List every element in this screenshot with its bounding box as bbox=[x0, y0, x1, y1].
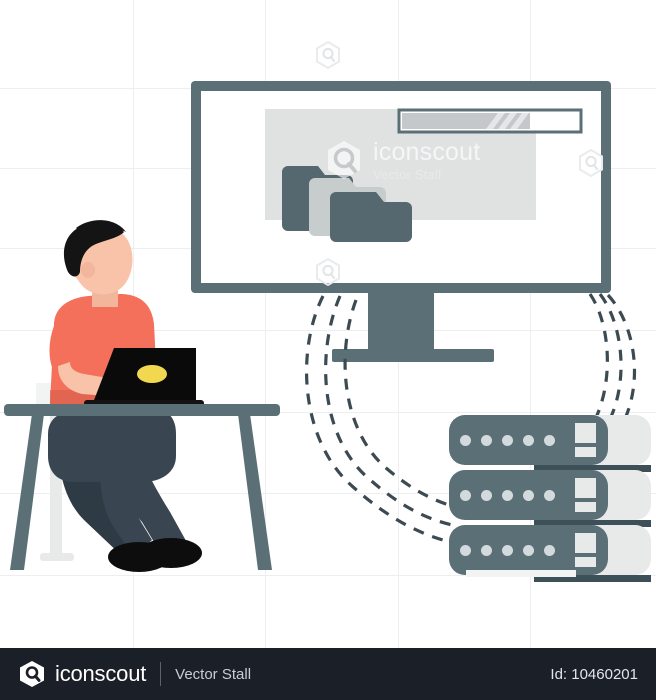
footer-bar: iconscout Vector Stall Id: 10460201 bbox=[0, 648, 656, 700]
footer-brand: iconscout bbox=[18, 660, 146, 688]
shoe-front bbox=[140, 538, 202, 568]
server-unit bbox=[449, 525, 651, 582]
server-unit bbox=[449, 470, 651, 527]
footer-brand-name: iconscout bbox=[55, 661, 147, 686]
monitor-base bbox=[332, 349, 494, 362]
server-rack bbox=[449, 415, 651, 582]
illustration-canvas: iconscout Vector Stall iconscout Vector … bbox=[0, 0, 656, 700]
footer-divider bbox=[160, 662, 162, 686]
laptop-logo bbox=[137, 365, 167, 383]
ear bbox=[81, 262, 96, 278]
server-unit bbox=[449, 415, 651, 472]
illustration-artwork bbox=[0, 0, 656, 648]
footer-asset-id: Id: 10460201 bbox=[550, 665, 638, 683]
monitor-neck bbox=[368, 293, 434, 352]
desk-leg-right bbox=[238, 414, 272, 570]
desktop-monitor bbox=[191, 81, 611, 362]
iconscout-logo-icon bbox=[20, 661, 44, 687]
download-progress-bar bbox=[397, 108, 583, 134]
desk-leg-left bbox=[10, 414, 44, 570]
footer-vendor: Vector Stall bbox=[175, 665, 252, 683]
